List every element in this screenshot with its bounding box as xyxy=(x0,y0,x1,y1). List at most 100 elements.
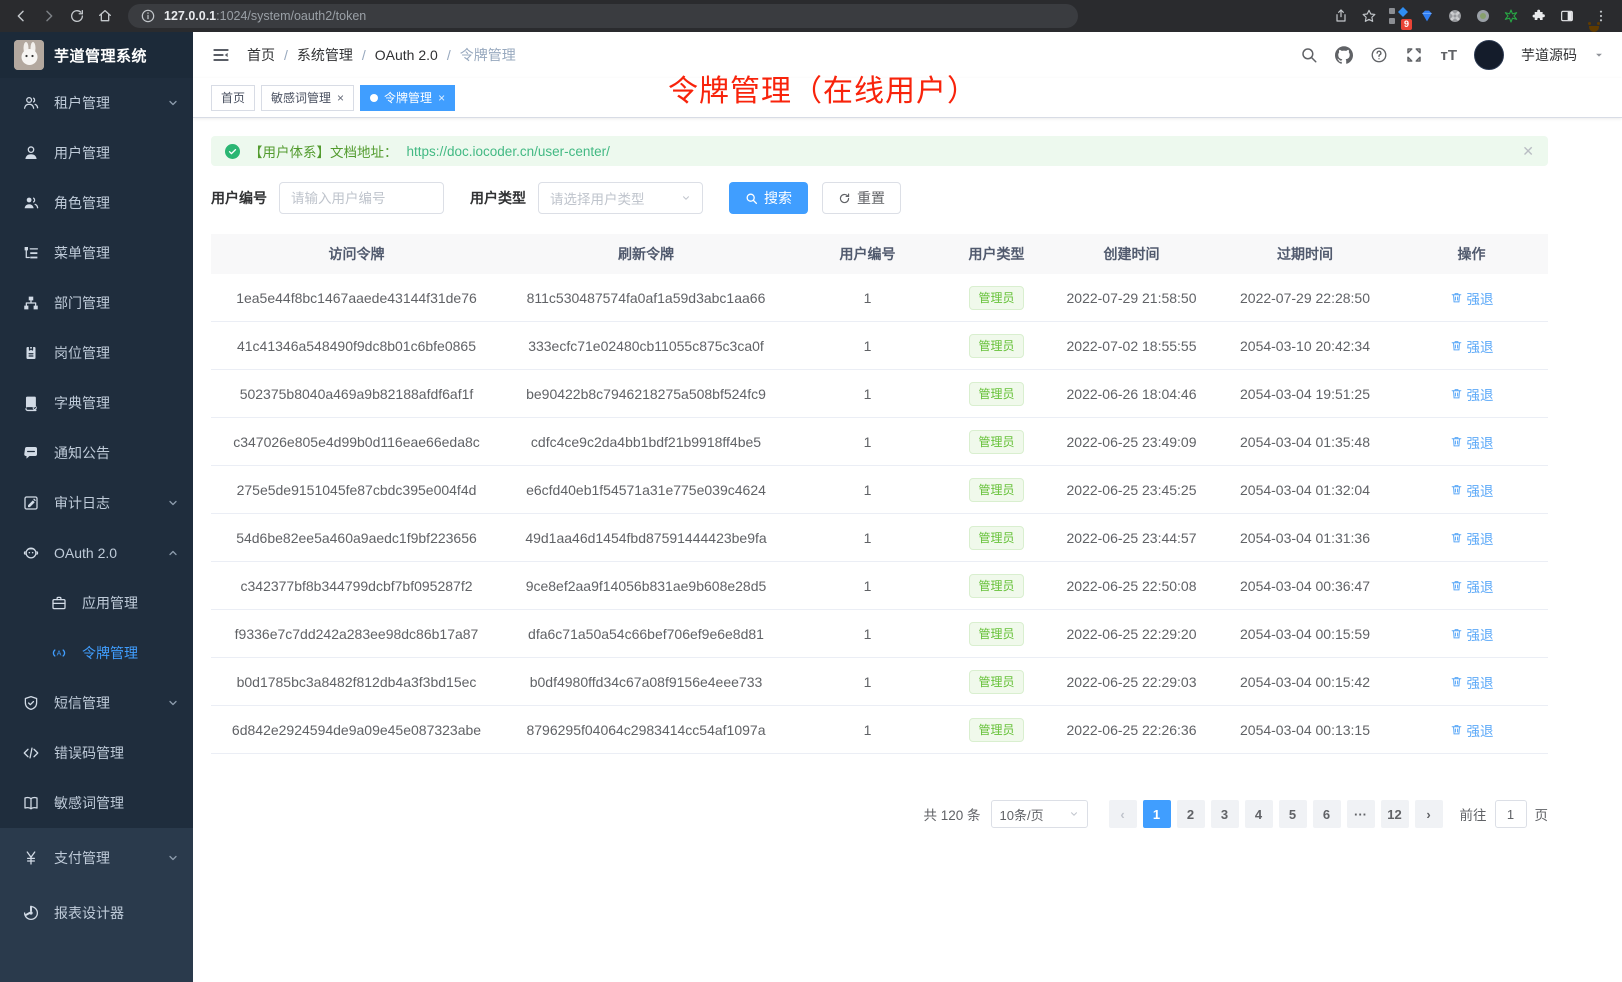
page-button-6[interactable]: 6 xyxy=(1313,800,1341,828)
browser-back-icon[interactable] xyxy=(10,5,32,27)
bookmark-star-icon[interactable] xyxy=(1358,5,1380,27)
force-logout-button[interactable]: 强退 xyxy=(1450,624,1494,644)
search-icon[interactable] xyxy=(1300,46,1318,64)
split-window-icon[interactable] xyxy=(1556,5,1578,27)
extension-tabgroups-icon[interactable]: 9 xyxy=(1386,4,1410,28)
command-extension-icon[interactable] xyxy=(1444,5,1466,27)
extension-badge: 9 xyxy=(1401,19,1412,30)
prev-page-button[interactable]: ‹ xyxy=(1109,800,1137,828)
page-button-2[interactable]: 2 xyxy=(1177,800,1205,828)
app-logo-row[interactable]: 芋道管理系统 xyxy=(0,32,193,78)
site-info-icon[interactable] xyxy=(140,5,156,27)
user-type-select[interactable]: 请选择用户类型 xyxy=(538,182,703,214)
chevron-down-icon xyxy=(1069,809,1079,819)
column-header: 创建时间 xyxy=(1048,244,1215,264)
sidebar-item-令牌管理[interactable]: A令牌管理 xyxy=(0,628,193,678)
address-bar[interactable]: 127.0.0.1:1024/system/oauth2/token xyxy=(128,4,1078,28)
sidebar-item-菜单管理[interactable]: 菜单管理 xyxy=(0,228,193,278)
breadcrumb-item[interactable]: OAuth 2.0 xyxy=(375,47,438,63)
page-button-3[interactable]: 3 xyxy=(1211,800,1239,828)
force-logout-button[interactable]: 强退 xyxy=(1450,288,1494,308)
breadcrumb-separator: / xyxy=(447,47,451,63)
goto-page-input[interactable] xyxy=(1495,800,1527,828)
pager-ellipsis[interactable]: ··· xyxy=(1347,800,1375,828)
sidebar-item-敏感词管理[interactable]: 敏感词管理 xyxy=(0,778,193,828)
page-button-5[interactable]: 5 xyxy=(1279,800,1307,828)
force-logout-button[interactable]: 强退 xyxy=(1450,384,1494,404)
tab-敏感词管理[interactable]: 敏感词管理× xyxy=(261,85,354,111)
extensions-puzzle-icon[interactable] xyxy=(1528,5,1550,27)
force-logout-button[interactable]: 强退 xyxy=(1450,576,1494,596)
avatar[interactable] xyxy=(1474,40,1504,70)
username[interactable]: 芋道源码 xyxy=(1521,45,1577,65)
sidebar-item-报表设计器[interactable]: 报表设计器 xyxy=(0,885,193,940)
force-logout-button[interactable]: 强退 xyxy=(1450,720,1494,740)
browser-menu-dots-icon[interactable] xyxy=(1590,5,1612,27)
help-icon[interactable] xyxy=(1370,46,1388,64)
trash-icon xyxy=(1450,387,1463,400)
goto-label: 前往 xyxy=(1460,804,1487,824)
user-id-cell: 1 xyxy=(790,626,945,642)
reset-button[interactable]: 重置 xyxy=(822,182,901,214)
sidebar-item-用户管理[interactable]: 用户管理 xyxy=(0,128,193,178)
share-icon[interactable] xyxy=(1330,5,1352,27)
sms-shield-icon xyxy=(22,694,40,712)
tab-close-icon[interactable]: × xyxy=(337,92,344,104)
page-button-12[interactable]: 12 xyxy=(1381,800,1409,828)
sidebar-item-租户管理[interactable]: 租户管理 xyxy=(0,78,193,128)
table-row: c347026e805e4d99b0d116eae66eda8ccdfc4ce9… xyxy=(211,418,1548,466)
tab-首页[interactable]: 首页 xyxy=(211,85,255,111)
sidebar-item-岗位管理[interactable]: 岗位管理 xyxy=(0,328,193,378)
tags-view-bar: 首页敏感词管理×令牌管理× xyxy=(193,78,1622,118)
trash-icon xyxy=(1450,723,1463,736)
force-logout-button[interactable]: 强退 xyxy=(1450,672,1494,692)
pagination: 共 120 条 10条/页 ‹ 123456···12 › 前往 页 xyxy=(211,800,1548,828)
github-icon[interactable] xyxy=(1335,46,1353,64)
sidebar-item-应用管理[interactable]: 应用管理 xyxy=(0,578,193,628)
force-logout-button[interactable]: 强退 xyxy=(1450,480,1494,500)
page-button-1[interactable]: 1 xyxy=(1143,800,1171,828)
trash-icon xyxy=(1450,339,1463,352)
font-size-icon[interactable]: тT xyxy=(1440,47,1457,64)
sidebar-item-支付管理[interactable]: 支付管理 xyxy=(0,830,193,885)
search-button[interactable]: 搜索 xyxy=(729,182,808,214)
sidebar-item-短信管理[interactable]: 短信管理 xyxy=(0,678,193,728)
breadcrumb-item[interactable]: 首页 xyxy=(247,45,275,65)
sidebar-item-角色管理[interactable]: 角色管理 xyxy=(0,178,193,228)
breadcrumb-item[interactable]: 系统管理 xyxy=(297,45,353,65)
dot-extension-icon[interactable] xyxy=(1472,5,1494,27)
action-cell: 强退 xyxy=(1395,576,1548,596)
doc-link[interactable]: https://doc.iocoder.cn/user-center/ xyxy=(407,144,610,159)
sidebar-item-OAuth 2.0[interactable]: OAuth 2.0 xyxy=(0,528,193,578)
sidebar-item-审计日志[interactable]: 审计日志 xyxy=(0,478,193,528)
table-row: b0d1785bc3a8482f812db4a3f3bd15ecb0df4980… xyxy=(211,658,1548,706)
browser-forward-icon[interactable] xyxy=(38,5,60,27)
collapse-sidebar-icon[interactable] xyxy=(211,45,231,65)
tenant-users-icon xyxy=(22,94,40,112)
evernote-star-icon[interactable] xyxy=(1500,5,1522,27)
sidebar-item-通知公告[interactable]: 通知公告 xyxy=(0,428,193,478)
alert-close-icon[interactable]: ✕ xyxy=(1522,143,1534,160)
chevron-down-icon xyxy=(681,193,691,203)
created-time-cell: 2022-06-25 22:29:20 xyxy=(1048,626,1215,642)
force-logout-button[interactable]: 强退 xyxy=(1450,528,1494,548)
dept-icon xyxy=(22,294,40,312)
gem-extension-icon[interactable] xyxy=(1416,5,1438,27)
browser-reload-icon[interactable] xyxy=(66,5,88,27)
page-size-select[interactable]: 10条/页 xyxy=(991,800,1088,828)
page-button-4[interactable]: 4 xyxy=(1245,800,1273,828)
tab-close-icon[interactable]: × xyxy=(438,92,445,104)
user-type-tag: 管理员 xyxy=(969,718,1023,742)
next-page-button[interactable]: › xyxy=(1415,800,1443,828)
browser-home-icon[interactable] xyxy=(94,5,116,27)
sidebar-item-字典管理[interactable]: 字典管理 xyxy=(0,378,193,428)
tab-令牌管理[interactable]: 令牌管理× xyxy=(360,85,455,111)
sidebar-item-错误码管理[interactable]: 错误码管理 xyxy=(0,728,193,778)
force-logout-button[interactable]: 强退 xyxy=(1450,432,1494,452)
chevron-down-icon[interactable] xyxy=(1594,50,1604,60)
sidebar-item-部门管理[interactable]: 部门管理 xyxy=(0,278,193,328)
trash-icon xyxy=(1450,435,1463,448)
fullscreen-icon[interactable] xyxy=(1405,46,1423,64)
force-logout-button[interactable]: 强退 xyxy=(1450,336,1494,356)
user-id-input[interactable] xyxy=(279,182,444,214)
